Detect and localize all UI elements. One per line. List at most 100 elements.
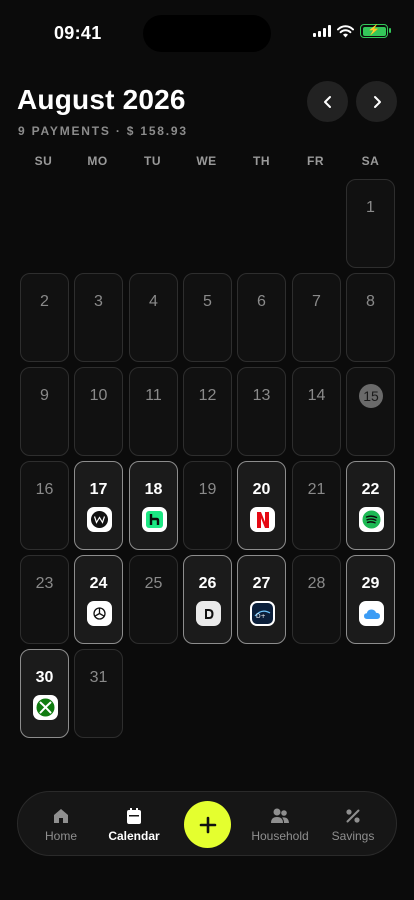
day-number: 17: [89, 481, 108, 498]
previous-month-button[interactable]: [307, 81, 348, 122]
next-month-button[interactable]: [356, 81, 397, 122]
chevron-left-icon: [323, 95, 331, 108]
calendar-day[interactable]: 3: [74, 273, 123, 362]
tab-label: Home: [44, 829, 77, 843]
battery-icon: ⚡: [360, 24, 391, 38]
calendar-day[interactable]: 23: [20, 555, 69, 644]
chatgpt-icon: [87, 601, 112, 626]
day-number: 25: [144, 575, 163, 592]
disney-plus-icon: D+: [250, 601, 275, 626]
calendar-day[interactable]: 10: [74, 367, 123, 456]
weekday-label: TH: [253, 154, 270, 168]
calendar-day[interactable]: 7: [292, 273, 341, 362]
day-number: 20: [252, 481, 271, 498]
calendar-day[interactable]: 2: [20, 273, 69, 362]
people-icon: [271, 808, 289, 823]
calendar-day[interactable]: 19: [183, 461, 232, 550]
svg-text:D+: D+: [256, 613, 266, 620]
netflix-icon: [250, 507, 275, 532]
day-number: 11: [145, 387, 162, 404]
chevron-right-icon: [373, 95, 381, 108]
day-number: 14: [307, 387, 326, 404]
tab-calendar[interactable]: Calendar: [94, 806, 174, 843]
calendar-day[interactable]: 14: [292, 367, 341, 456]
day-number: 21: [307, 481, 326, 498]
add-payment-button[interactable]: [184, 801, 231, 848]
hulu-icon: [142, 507, 167, 532]
day-number: 12: [198, 387, 217, 404]
calendar-day[interactable]: 9: [20, 367, 69, 456]
day-number: 5: [203, 293, 212, 310]
calendar-day[interactable]: 21: [292, 461, 341, 550]
weekday-label: TU: [144, 154, 161, 168]
calendar-day[interactable]: 12: [183, 367, 232, 456]
calendar-day-payment[interactable]: 24: [74, 555, 123, 644]
calendar-day-payment[interactable]: 29: [346, 555, 395, 644]
day-number: 6: [257, 293, 266, 310]
xbox-icon: [33, 695, 58, 720]
calendar-day[interactable]: 16: [20, 461, 69, 550]
weekday-label: SU: [34, 154, 53, 168]
tab-home[interactable]: Home: [21, 806, 101, 843]
calendar-day[interactable]: 5: [183, 273, 232, 362]
weekday-label: SA: [361, 154, 380, 168]
day-number: 26: [198, 575, 217, 592]
day-number: 23: [35, 575, 54, 592]
day-number: 1: [366, 199, 375, 216]
status-time: 09:41: [54, 23, 102, 43]
spotify-icon: [359, 507, 384, 532]
day-number: 31: [89, 669, 108, 686]
day-number: 3: [94, 293, 103, 310]
tab-label: Calendar: [108, 829, 160, 843]
day-number: 13: [252, 387, 271, 404]
day-number: 18: [144, 481, 163, 498]
calendar-icon: [127, 808, 141, 824]
calendar-day[interactable]: 8: [346, 273, 395, 362]
payments-summary: 9 PAYMENTS · $ 158.93: [18, 124, 188, 138]
tab-label: Household: [251, 829, 309, 843]
plus-icon: [199, 816, 216, 833]
month-title: August 2026: [17, 84, 186, 115]
calendar-day[interactable]: 13: [237, 367, 286, 456]
calendar-day-payment[interactable]: 27 D+: [237, 555, 286, 644]
calendar-day-today[interactable]: 15: [346, 367, 395, 456]
tab-household[interactable]: Household: [240, 806, 320, 843]
day-number: 22: [361, 481, 380, 498]
calendar-day[interactable]: 28: [292, 555, 341, 644]
day-number: 19: [198, 481, 217, 498]
percent-icon: [346, 809, 360, 823]
day-number: 7: [312, 293, 321, 310]
weekday-header: SU MO TU WE TH FR SA: [17, 154, 397, 168]
day-number: 16: [35, 481, 54, 498]
day-number: 10: [89, 387, 108, 404]
calendar-day-payment[interactable]: 20: [237, 461, 286, 550]
calendar-day[interactable]: 4: [129, 273, 178, 362]
day-number: 4: [149, 293, 158, 310]
calendar-day[interactable]: 25: [129, 555, 178, 644]
home-icon: [54, 809, 68, 823]
day-number: 27: [252, 575, 271, 592]
day-number: 2: [40, 293, 49, 310]
day-number: 30: [35, 669, 54, 686]
today-badge: 15: [359, 384, 383, 408]
calendar-day-payment[interactable]: 26: [183, 555, 232, 644]
webflow-icon: [87, 507, 112, 532]
d-icon: [196, 601, 221, 626]
calendar-day[interactable]: 31: [74, 649, 123, 738]
calendar-day-payment[interactable]: 30: [20, 649, 69, 738]
calendar-day-payment[interactable]: 22: [346, 461, 395, 550]
wifi-icon: [337, 24, 354, 37]
day-number: 28: [307, 575, 326, 592]
calendar-day-payment[interactable]: 17: [74, 461, 123, 550]
weekday-label: WE: [196, 154, 217, 168]
calendar-day-payment[interactable]: 18: [129, 461, 178, 550]
tab-savings[interactable]: Savings: [313, 806, 393, 843]
weekday-label: FR: [307, 154, 324, 168]
day-number: 29: [361, 575, 380, 592]
calendar-day[interactable]: 6: [237, 273, 286, 362]
cellular-signal-icon: [313, 25, 331, 37]
calendar-day[interactable]: 11: [129, 367, 178, 456]
calendar-day[interactable]: 1: [346, 179, 395, 268]
day-number: 9: [40, 387, 49, 404]
status-bar: 09:41 ⚡: [0, 0, 414, 60]
